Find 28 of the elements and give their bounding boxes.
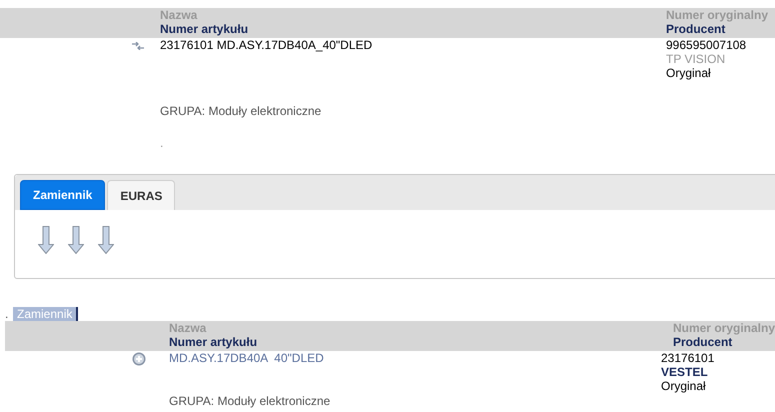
group-label: GRUPA: Moduły elektroniczne	[160, 104, 322, 118]
column-label: Numer artykułu	[169, 335, 258, 349]
column-label: Producent	[672, 335, 732, 349]
item-link[interactable]: MD.ASY.17DB40A 40"DLED	[169, 351, 324, 365]
add-icon[interactable]	[132, 352, 146, 366]
tab[interactable]: Zamiennik	[20, 180, 106, 210]
tab[interactable]: EURAS	[107, 180, 176, 210]
column-label: Numer artykułu	[160, 22, 248, 36]
note-text: .	[160, 136, 164, 150]
item-name: 23176101 MD.ASY.17DB40A_40"DLED	[160, 38, 372, 52]
column-label: Numer oryginalny	[666, 8, 768, 22]
producer-name: VESTEL	[661, 365, 708, 379]
down-arrow-icon	[38, 226, 54, 254]
column-label: Nazwa	[160, 8, 198, 22]
section-caption: Zamiennik	[13, 307, 78, 321]
producer-name: TP VISION	[666, 52, 726, 66]
swap-arrows-icon[interactable]	[132, 42, 144, 50]
down-arrow-icon	[68, 226, 84, 254]
column-label: Nazwa	[169, 321, 206, 335]
down-arrow-icon	[98, 226, 114, 254]
column-label: Numer oryginalny	[672, 321, 775, 335]
marker-text: .	[5, 307, 10, 321]
origin-label: Oryginał	[666, 66, 711, 80]
group-label: GRUPA: Moduły elektroniczne	[169, 394, 330, 408]
original-number: 996595007108	[666, 38, 746, 52]
column-label: Producent	[666, 22, 726, 36]
original-number: 23176101	[661, 351, 714, 365]
origin-label: Oryginał	[661, 379, 706, 393]
